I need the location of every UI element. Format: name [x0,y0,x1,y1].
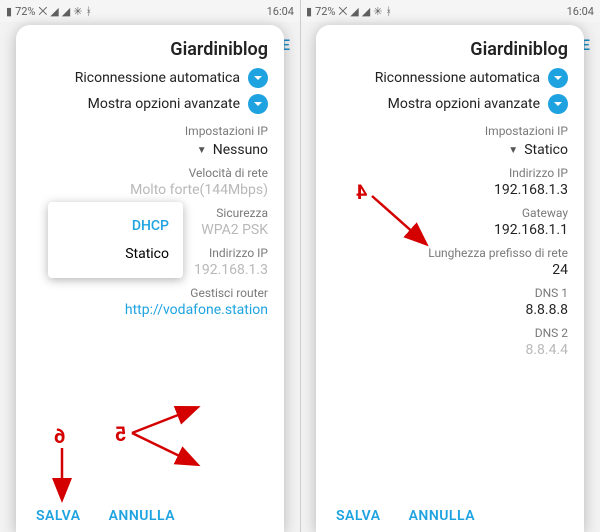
save-button[interactable]: SALVA [36,508,81,524]
caret-down-icon: ▼ [197,145,207,156]
show-advanced-label: Mostra opzioni avanzate [388,96,540,112]
ip-mode-value: Statico [524,142,568,158]
router-field[interactable]: Gestisci router http://vodafone.station [32,286,268,318]
network-name: Giardiniblog [32,39,268,60]
show-advanced-row[interactable]: Mostra opzioni avanzate [332,94,568,114]
status-bar: 16:04 ᚼ ✳ ◢ ◢ ⨉ 72% ▮ [0,0,300,22]
gateway-field[interactable]: Gateway 192.168.1.1 [332,206,568,238]
cancel-button[interactable]: ANNULLA [409,508,475,524]
screen-left: 16:04 ᚼ ✳ ◢ ◢ ⨉ 72% ▮ TE Giardiniblog Ri… [0,0,300,532]
chevron-down-icon [548,68,568,88]
network-name: Giardiniblog [332,39,568,60]
save-button[interactable]: SALVA [336,508,381,524]
dns1-value: 8.8.8.8 [332,302,568,318]
prefix-label: Lunghezza prefisso di rete [332,246,568,260]
chevron-down-icon [248,68,268,88]
dns2-field[interactable]: DNS 2 8.8.4.4 [332,326,568,358]
status-icons: ᚼ ✳ ◢ ◢ ⨉ 72% ▮ [6,6,92,17]
annotation-num-5: 5 [115,422,126,446]
screen-right: 16:04 ᚼ ✳ ◢ ◢ ⨉ 72% ▮ TE Giardiniblog Ri… [300,0,600,532]
ip-settings-header: Impostazioni IP [332,124,568,138]
dns2-label: DNS 2 [332,326,568,340]
prefix-field[interactable]: Lunghezza prefisso di rete 24 [332,246,568,278]
signal-2-icon: ◢ [50,6,58,17]
wifi-icon: ⨉ [338,6,347,17]
vibrate-icon: ✳ [73,6,82,17]
status-bar: 16:04 ᚼ ✳ ◢ ◢ ⨉ 72% ▮ [300,0,600,22]
signal-1-icon: ◢ [62,6,70,17]
status-icons: ᚼ ✳ ◢ ◢ ⨉ 72% ▮ [306,6,392,17]
auto-reconnect-label: Riconnessione automatica [75,70,240,86]
auto-reconnect-row[interactable]: Riconnessione automatica [32,68,268,88]
battery-icon: ▮ [306,6,312,17]
bluetooth-icon: ᚼ [385,6,392,17]
dialog-footer: SALVA ANNULLA [16,508,284,524]
ip-mode-option-static[interactable]: Statico [62,240,169,268]
signal-2-icon: ◢ [350,6,358,17]
ip-mode-behind: Nessuno▼ [32,142,268,158]
dns1-field[interactable]: DNS 1 8.8.8.8 [332,286,568,318]
screens-divider [300,0,301,532]
auto-reconnect-label: Riconnessione automatica [375,70,540,86]
cancel-button[interactable]: ANNULLA [109,508,175,524]
caret-down-icon: ▼ [508,145,518,156]
show-advanced-label: Mostra opzioni avanzate [88,96,240,112]
prefix-value: 24 [332,262,568,278]
status-time: 16:04 [567,5,594,18]
chevron-down-icon [248,94,268,114]
annotation-num-6: 6 [54,424,65,448]
dialog-footer: SALVA ANNULLA [316,508,584,524]
speed-label: Velocità di rete [32,166,268,180]
signal-1-icon: ◢ [362,6,370,17]
battery-icon: ▮ [6,6,12,17]
router-label: Gestisci router [32,286,268,300]
dns1-label: DNS 1 [332,286,568,300]
battery-pct: 72% [15,6,35,17]
dns2-value: 8.8.4.4 [332,342,568,358]
wifi-icon: ⨉ [38,6,47,17]
ip-mode-dropdown[interactable]: DHCP Statico [48,202,183,278]
auto-reconnect-row[interactable]: Riconnessione automatica [332,68,568,88]
status-time: 16:04 [267,5,294,18]
ip-mode-select[interactable]: Statico ▼ [332,142,568,158]
chevron-down-icon [548,94,568,114]
wifi-settings-sheet: Giardiniblog Riconnessione automatica Mo… [316,25,584,532]
battery-pct: 72% [315,6,335,17]
speed-field: Velocità di rete Molto forte(144Mbps) [32,166,268,198]
gateway-label: Gateway [332,206,568,220]
router-link[interactable]: http://vodafone.station [32,302,268,318]
ip-settings-header: Impostazioni IP [32,124,268,138]
ip-mode-option-dhcp[interactable]: DHCP [62,212,169,240]
annotation-num-4: 4 [356,180,367,204]
bluetooth-icon: ᚼ [85,6,92,17]
speed-value: Molto forte(144Mbps) [32,182,268,198]
gateway-value: 192.168.1.1 [332,222,568,238]
wifi-settings-sheet: Giardiniblog Riconnessione automatica Mo… [16,25,284,532]
ip-label: Indirizzo IP [332,166,568,180]
vibrate-icon: ✳ [373,6,382,17]
show-advanced-row[interactable]: Mostra opzioni avanzate [32,94,268,114]
